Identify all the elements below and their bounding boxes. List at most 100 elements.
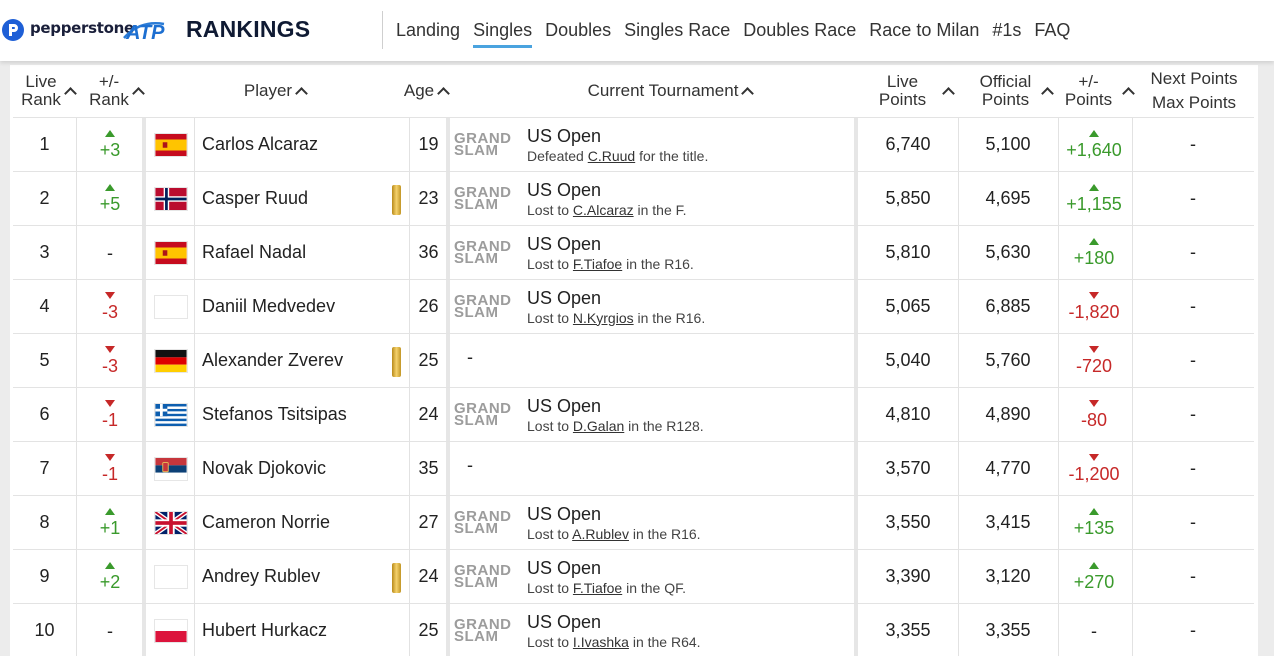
opponent-link[interactable]: C.Ruud: [588, 148, 635, 164]
rank-change: -1: [76, 388, 144, 441]
player-name[interactable]: Andrey Rublev: [202, 550, 402, 603]
table-row[interactable]: 10 - Hubert Hurkacz 25 GRAND SLAM US Open Lost …: [13, 603, 1254, 656]
rank-change: +2: [76, 550, 144, 603]
column-header-player[interactable]: Player: [200, 67, 350, 115]
nav-item-faq[interactable]: FAQ: [1034, 18, 1070, 42]
rank-change: -1: [76, 442, 144, 495]
match-result: Lost to C.Alcaraz in the F.: [527, 201, 687, 218]
player-name[interactable]: Novak Djokovic: [202, 442, 402, 495]
arrow-down-icon: [1089, 345, 1099, 353]
opponent-link[interactable]: C.Alcaraz: [573, 202, 634, 218]
tournament-name[interactable]: US Open: [527, 179, 601, 201]
tournament-name[interactable]: US Open: [527, 557, 601, 579]
match-result: Lost to F.Tiafoe in the R16.: [527, 255, 694, 272]
current-tournament: US Open Lost to I.Ivashka in the R64.: [527, 604, 855, 656]
opponent-link[interactable]: F.Tiafoe: [573, 580, 622, 596]
opponent-link[interactable]: D.Galan: [573, 418, 624, 434]
tournament-name[interactable]: US Open: [527, 233, 601, 255]
table-row[interactable]: 2 +5 Casper Ruud 23 GRAND SLAM US Open Lost to …: [13, 171, 1254, 225]
flag-icon: [153, 388, 189, 441]
table-row[interactable]: 8 +1 Cameron Norrie 27 GRAND SLAM US Open Lost …: [13, 495, 1254, 549]
atp-logo-text: ATP: [125, 22, 165, 42]
rankings-title: RANKINGS: [186, 16, 311, 42]
nav-item-singles-race[interactable]: Singles Race: [624, 18, 730, 42]
player-age: 35: [418, 458, 439, 478]
rank-change: -3: [76, 280, 144, 333]
player-age: 23: [418, 188, 439, 208]
next-max-points: -: [1190, 134, 1196, 154]
official-points: 5,760: [985, 350, 1031, 370]
player-name[interactable]: Casper Ruud: [202, 172, 402, 225]
opponent-link[interactable]: N.Kyrgios: [573, 310, 634, 326]
tournament-name[interactable]: US Open: [527, 395, 601, 417]
next-max-points: -: [1190, 458, 1196, 478]
current-tournament: -: [467, 442, 795, 495]
arrow-down-icon: [105, 453, 115, 461]
column-header-tournament[interactable]: Current Tournament: [540, 67, 800, 115]
match-result: Lost to A.Rublev in the R16.: [527, 525, 701, 542]
player-age: 19: [418, 134, 439, 154]
atp-logo-icon: ATP: [123, 22, 165, 42]
live-points: 5,065: [885, 296, 931, 316]
flag-icon: [153, 334, 189, 387]
player-name[interactable]: Cameron Norrie: [202, 496, 402, 549]
column-header-live-rank[interactable]: Live Rank: [13, 67, 83, 115]
column-header-rank-change[interactable]: +/- Rank: [80, 67, 152, 115]
sort-caret-icon: [437, 87, 450, 100]
table-row[interactable]: 9 +2 Andrey Rublev 24 GRAND SLAM US Open Lost t…: [13, 549, 1254, 603]
arrow-up-icon: [105, 561, 115, 569]
table-row[interactable]: 1 +3 Carlos Alcaraz 19 GRAND SLAM US Open Defea…: [13, 117, 1254, 171]
sort-caret-icon: [131, 87, 145, 100]
player-age: 26: [418, 296, 439, 316]
player-name[interactable]: Stefanos Tsitsipas: [202, 388, 402, 441]
table-row[interactable]: 5 -3 Alexander Zverev 25 - 5,040 5,760 -720 -: [13, 333, 1254, 387]
current-tournament: US Open Lost to F.Tiafoe in the R16.: [527, 226, 855, 279]
live-rank: 7: [39, 458, 50, 478]
nav-item-doubles[interactable]: Doubles: [545, 18, 611, 42]
table-row[interactable]: 7 -1 Novak Djokovic 35 - 3,570 4,770 -1,200 -: [13, 441, 1254, 495]
grand-slam-logo: GRAND SLAM: [454, 561, 512, 591]
nav-item-landing[interactable]: Landing: [396, 18, 460, 42]
opponent-link[interactable]: F.Tiafoe: [573, 256, 622, 272]
opponent-link[interactable]: I.Ivashka: [573, 634, 629, 650]
player-name[interactable]: Hubert Hurkacz: [202, 604, 402, 656]
points-change: +135: [1058, 496, 1130, 549]
nav-item-doubles-race[interactable]: Doubles Race: [743, 18, 856, 42]
official-points: 4,695: [985, 188, 1031, 208]
arrow-up-icon: [1089, 561, 1099, 569]
nav-item-1s[interactable]: #1s: [992, 18, 1021, 42]
gold-badge-icon: [392, 185, 401, 215]
tournament-name[interactable]: US Open: [527, 287, 601, 309]
player-name[interactable]: Alexander Zverev: [202, 334, 402, 387]
table-row[interactable]: 3 - Rafael Nadal 36 GRAND SLAM US Open Lost to …: [13, 225, 1254, 279]
match-result: Lost to D.Galan in the R128.: [527, 417, 704, 434]
nav-item-singles[interactable]: Singles: [473, 18, 533, 48]
tournament-name[interactable]: US Open: [527, 125, 601, 147]
next-max-points: -: [1190, 566, 1196, 586]
nav-item-race-to-milan[interactable]: Race to Milan: [869, 18, 979, 42]
current-tournament: US Open Lost to C.Alcaraz in the F.: [527, 172, 855, 225]
opponent-link[interactable]: A.Rublev: [572, 526, 629, 542]
column-header-official-points[interactable]: Official Points: [968, 67, 1064, 115]
column-header-points-change[interactable]: +/- Points: [1060, 67, 1138, 115]
points-change: -1,200: [1058, 442, 1130, 495]
column-header-age[interactable]: Age: [396, 67, 456, 115]
current-tournament: US Open Lost to N.Kyrgios in the R16.: [527, 280, 855, 333]
table-row[interactable]: 4 -3 Daniil Medvedev 26 GRAND SLAM US Open Lost…: [13, 279, 1254, 333]
grand-slam-logo: GRAND SLAM: [454, 615, 512, 645]
live-points: 5,040: [885, 350, 931, 370]
tournament-name[interactable]: US Open: [527, 503, 601, 525]
points-change: +1,155: [1058, 172, 1130, 225]
points-change: -1,820: [1058, 280, 1130, 333]
player-name[interactable]: Daniil Medvedev: [202, 280, 402, 333]
player-name[interactable]: Rafael Nadal: [202, 226, 402, 279]
player-name[interactable]: Carlos Alcaraz: [202, 118, 402, 171]
table-row[interactable]: 6 -1 Stefanos Tsitsipas 24 GRAND SLAM US Open L…: [13, 387, 1254, 441]
points-change: -80: [1058, 388, 1130, 441]
flag-icon: [153, 550, 189, 603]
arrow-down-icon: [1089, 399, 1099, 407]
column-header-live-points[interactable]: Live Points: [870, 67, 962, 115]
tournament-name[interactable]: US Open: [527, 611, 601, 633]
points-change: +1,640: [1058, 118, 1130, 171]
arrow-down-icon: [105, 291, 115, 299]
